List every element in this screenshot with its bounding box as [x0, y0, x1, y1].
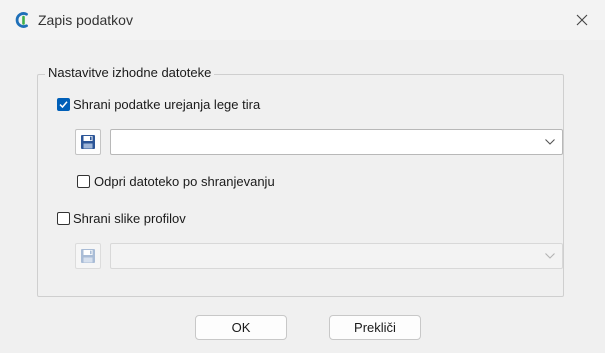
- title-bar: Zapis podatkov: [0, 0, 605, 40]
- cancel-button[interactable]: Prekliči: [329, 315, 421, 340]
- track-file-combobox[interactable]: [110, 129, 563, 155]
- close-button[interactable]: [559, 0, 605, 40]
- save-track-edit-label[interactable]: Shrani podatke urejanja lege tira: [73, 97, 260, 112]
- open-after-save-checkbox[interactable]: [77, 175, 90, 188]
- save-profile-images-checkbox[interactable]: [57, 212, 70, 225]
- window-title: Zapis podatkov: [38, 12, 133, 28]
- profile-file-save-button[interactable]: [75, 243, 101, 269]
- checkmark-icon: [59, 101, 68, 109]
- chevron-down-icon: [545, 253, 555, 259]
- track-file-save-button[interactable]: [75, 129, 101, 155]
- open-after-save-label[interactable]: Odpri datoteko po shranjevanju: [94, 174, 275, 189]
- save-profile-images-label[interactable]: Shrani slike profilov: [73, 211, 186, 226]
- save-track-edit-checkbox[interactable]: [57, 98, 70, 111]
- floppy-disk-icon: [81, 249, 95, 263]
- close-icon: [576, 14, 588, 26]
- ok-button[interactable]: OK: [195, 315, 287, 340]
- profile-file-combobox[interactable]: [110, 243, 563, 269]
- chevron-down-icon: [545, 139, 555, 145]
- floppy-disk-icon: [81, 135, 95, 149]
- app-logo-icon: [15, 12, 28, 28]
- group-legend: Nastavitve izhodne datoteke: [45, 65, 215, 80]
